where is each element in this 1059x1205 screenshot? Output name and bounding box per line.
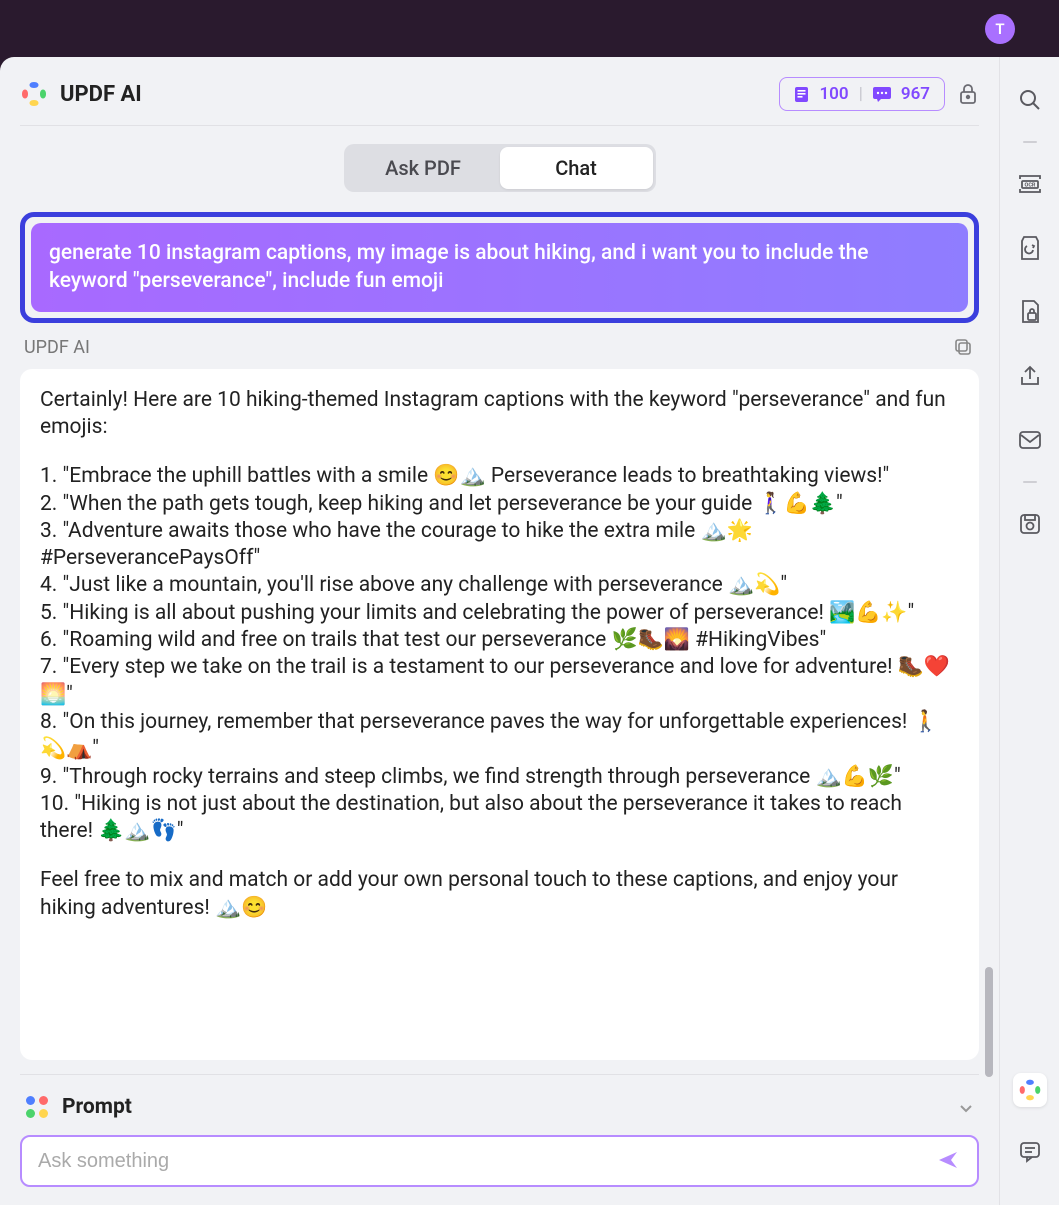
ocr-icon[interactable]: OCR bbox=[1017, 171, 1043, 197]
send-button[interactable] bbox=[937, 1149, 961, 1173]
tab-switcher: Ask PDF Chat bbox=[344, 144, 656, 192]
caption-line: 1. "Embrace the uphill battles with a sm… bbox=[40, 464, 889, 488]
convert-icon[interactable] bbox=[1017, 235, 1043, 261]
caption-line: 4. "Just like a mountain, you'll rise ab… bbox=[40, 573, 787, 597]
svg-text:OCR: OCR bbox=[1024, 183, 1035, 189]
response-sender-label: UPDF AI bbox=[24, 337, 90, 358]
copy-icon[interactable] bbox=[953, 337, 975, 359]
response-card: Certainly! Here are 10 hiking-themed Ins… bbox=[20, 369, 979, 1060]
caption-line: 2. "When the path gets tough, keep hikin… bbox=[40, 492, 843, 516]
usage-pages: 100 bbox=[819, 84, 848, 104]
bottom-area: Prompt bbox=[20, 1074, 979, 1187]
tab-chat[interactable]: Chat bbox=[500, 147, 653, 189]
caption-line: 7. "Every step we take on the trail is a… bbox=[40, 655, 950, 706]
user-message-highlight: generate 10 instagram captions, my image… bbox=[20, 212, 979, 323]
page-icon bbox=[794, 86, 809, 103]
app-title: UPDF AI bbox=[60, 82, 767, 107]
user-avatar[interactable]: T bbox=[985, 14, 1015, 44]
caption-line: 9. "Through rocky terrains and steep cli… bbox=[40, 765, 901, 789]
response-intro: Certainly! Here are 10 hiking-themed Ins… bbox=[40, 387, 959, 442]
usage-divider: | bbox=[859, 84, 863, 104]
right-sidebar: OCR bbox=[999, 57, 1059, 1205]
tab-ask-pdf[interactable]: Ask PDF bbox=[347, 147, 500, 189]
caption-line: 3. "Adventure awaits those who have the … bbox=[40, 519, 753, 570]
prompt-icon bbox=[26, 1096, 48, 1118]
response-header: UPDF AI bbox=[20, 337, 979, 369]
chat-input[interactable] bbox=[38, 1150, 925, 1173]
main-panel: UPDF AI 100 | 967 Ask PDF Chat generate … bbox=[0, 57, 999, 1205]
header: UPDF AI 100 | 967 bbox=[20, 75, 979, 126]
feedback-icon[interactable] bbox=[1017, 1139, 1043, 1165]
avatar-initial: T bbox=[995, 20, 1004, 38]
chevron-down-icon bbox=[959, 1098, 973, 1117]
sidebar-divider bbox=[1023, 481, 1037, 483]
app-window: UPDF AI 100 | 967 Ask PDF Chat generate … bbox=[0, 57, 1059, 1205]
prompt-label: Prompt bbox=[62, 1095, 945, 1119]
search-icon[interactable] bbox=[1017, 87, 1043, 113]
scrollbar-thumb[interactable] bbox=[985, 967, 993, 1077]
brand-logo-icon bbox=[20, 80, 48, 108]
usage-chip[interactable]: 100 | 967 bbox=[779, 77, 945, 111]
caption-line: 10. "Hiking is not just about the destin… bbox=[40, 792, 902, 843]
lock-icon[interactable] bbox=[957, 83, 979, 105]
mail-icon[interactable] bbox=[1017, 427, 1043, 453]
caption-line: 5. "Hiking is all about pushing your lim… bbox=[40, 601, 914, 625]
share-icon[interactable] bbox=[1017, 363, 1043, 389]
chat-count-icon bbox=[873, 87, 891, 102]
caption-line: 6. "Roaming wild and free on trails that… bbox=[40, 628, 826, 652]
save-icon[interactable] bbox=[1017, 511, 1043, 537]
usage-tokens: 967 bbox=[901, 84, 930, 104]
caption-line: 8. "On this journey, remember that perse… bbox=[40, 710, 939, 761]
sidebar-divider bbox=[1023, 141, 1037, 143]
brand-mini-icon[interactable] bbox=[1013, 1073, 1047, 1107]
response-captions: 1. "Embrace the uphill battles with a sm… bbox=[40, 463, 959, 845]
user-message-bubble: generate 10 instagram captions, my image… bbox=[31, 223, 968, 312]
file-lock-icon[interactable] bbox=[1017, 299, 1043, 325]
response-outro: Feel free to mix and match or add your o… bbox=[40, 867, 959, 922]
chat-input-row bbox=[20, 1135, 979, 1187]
prompt-dropdown[interactable]: Prompt bbox=[20, 1089, 979, 1135]
